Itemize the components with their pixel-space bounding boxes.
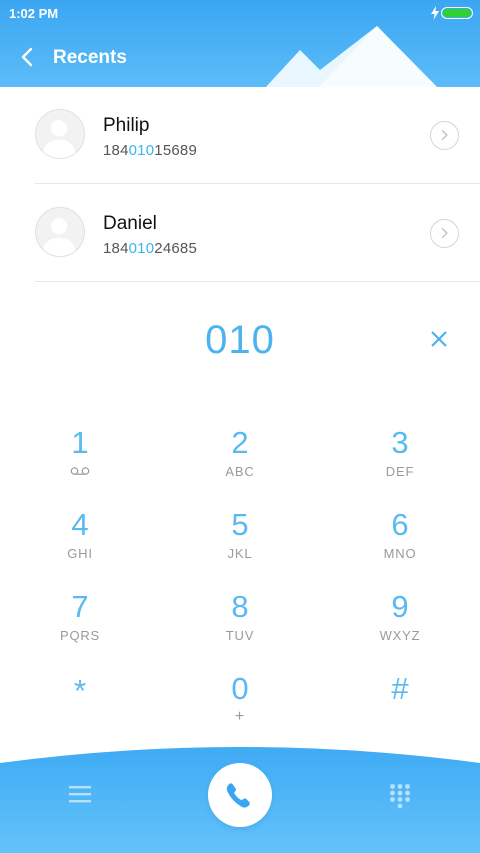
key-9[interactable]: 9 WXYZ xyxy=(340,590,460,660)
key-letters: GHI xyxy=(67,546,93,561)
key-digit: 4 xyxy=(71,507,89,542)
chevron-right-icon xyxy=(441,227,448,239)
contact-name: Philip xyxy=(103,115,150,136)
key-letters: DEF xyxy=(385,464,415,479)
recent-contact-row[interactable]: Philip 18401015689 xyxy=(0,87,480,184)
clear-x-icon[interactable] xyxy=(428,328,450,350)
mountains-decoration xyxy=(265,26,438,87)
status-time: 1:02 PM xyxy=(9,6,59,21)
key-digit: 0 xyxy=(231,671,249,706)
key-letters: ABC xyxy=(225,464,255,479)
status-bar: 1:02 PM xyxy=(0,0,480,28)
person-icon xyxy=(41,218,77,256)
contact-details-button[interactable] xyxy=(430,219,459,248)
key-letters: WXYZ xyxy=(379,628,421,643)
row-divider xyxy=(35,183,480,184)
row-divider xyxy=(35,281,480,282)
key-2[interactable]: 2 ABC xyxy=(180,426,300,496)
contact-number: 18401024685 xyxy=(103,240,197,257)
key-letters: MNO xyxy=(383,546,417,561)
page-title: Recents xyxy=(53,47,127,68)
key-letters: TUV xyxy=(225,628,255,643)
avatar xyxy=(35,109,85,159)
key-1[interactable]: 1 xyxy=(20,426,140,496)
battery-icon xyxy=(441,7,473,19)
key-digit: 9 xyxy=(391,589,409,624)
recent-contact-row[interactable]: Daniel 18401024685 xyxy=(0,185,480,282)
key-8[interactable]: 8 TUV xyxy=(180,590,300,660)
key-hash[interactable]: # xyxy=(340,672,460,742)
number-match-highlight: 010 xyxy=(128,240,155,257)
key-digit: 1 xyxy=(71,425,89,460)
phone-icon xyxy=(226,783,250,808)
voicemail-icon xyxy=(70,467,90,475)
charging-icon xyxy=(431,6,439,20)
key-5[interactable]: 5 JKL xyxy=(180,508,300,578)
key-0[interactable]: 0 + xyxy=(180,672,300,742)
key-digit: 6 xyxy=(391,507,409,542)
key-letters: + xyxy=(234,708,246,725)
key-letters: PQRS xyxy=(59,628,101,643)
key-digit: # xyxy=(391,671,409,706)
key-letters: JKL xyxy=(227,546,253,561)
contact-details-button[interactable] xyxy=(430,121,459,150)
number-match-highlight: 010 xyxy=(128,142,155,159)
key-digit: 3 xyxy=(391,425,409,460)
key-4[interactable]: 4 GHI xyxy=(20,508,140,578)
avatar xyxy=(35,207,85,257)
key-digit: 8 xyxy=(231,589,249,624)
contact-number: 18401015689 xyxy=(103,142,197,159)
dialed-number-display[interactable]: 010 xyxy=(0,318,480,363)
key-6[interactable]: 6 MNO xyxy=(340,508,460,578)
contact-name: Daniel xyxy=(103,213,157,234)
call-button[interactable] xyxy=(208,763,272,827)
key-digit: * xyxy=(73,673,87,708)
app-header: 1:02 PM Recents xyxy=(0,0,480,87)
back-arrow-icon[interactable] xyxy=(18,45,36,69)
keypad-grid-icon[interactable] xyxy=(389,783,411,809)
key-digit: 5 xyxy=(231,507,249,542)
key-digit: 7 xyxy=(71,589,89,624)
key-star[interactable]: * xyxy=(20,674,140,744)
menu-icon[interactable] xyxy=(68,783,92,805)
key-7[interactable]: 7 PQRS xyxy=(20,590,140,660)
key-digit: 2 xyxy=(231,425,249,460)
chevron-right-icon xyxy=(441,129,448,141)
person-icon xyxy=(41,120,77,158)
key-3[interactable]: 3 DEF xyxy=(340,426,460,496)
